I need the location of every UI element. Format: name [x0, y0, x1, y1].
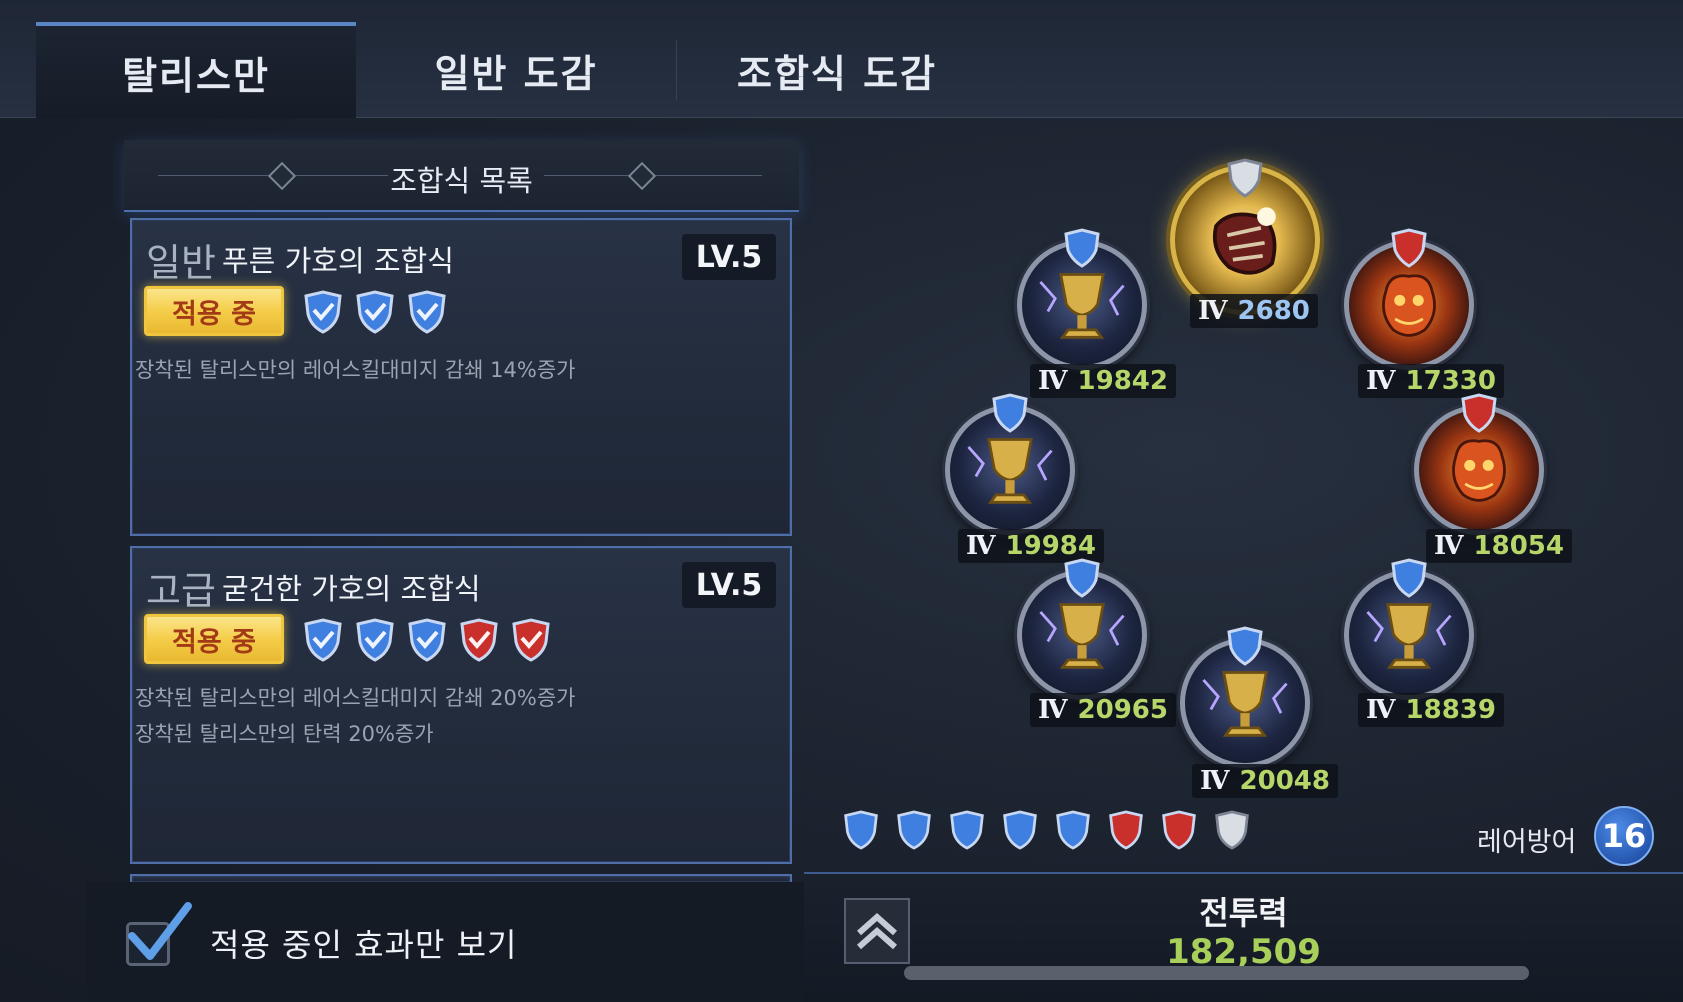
silver-gem-icon [1215, 810, 1249, 850]
blue-gem-check-icon [408, 290, 446, 334]
level-value: 20048 [1239, 766, 1330, 796]
combination-card-steadfast-blessing[interactable]: 고급 굳건한 가호의 조합식 LV.5 적용 중 장착된 탈리스만의 레어스킬대… [130, 546, 792, 864]
rare-defense-label: 레어방어 [1477, 827, 1577, 858]
blue-gem-check-icon [304, 618, 342, 662]
active-status-badge: 적용 중 [144, 286, 284, 336]
silver-gem-icon [1227, 158, 1263, 198]
card-effect: 장착된 탈리스만의 탄력 20%증가 [135, 722, 434, 746]
blue-gem-icon [1227, 626, 1263, 666]
check-icon [128, 902, 192, 960]
active-only-label[interactable]: 적용 중인 효과만 보기 [210, 920, 517, 966]
gem-summary-row [842, 810, 1251, 850]
red-gem-icon [1109, 810, 1143, 850]
level-roman: Ⅳ [1038, 366, 1068, 396]
blue-gem-check-icon [304, 290, 342, 334]
tab-combination-codex[interactable]: 조합식 도감 [677, 22, 997, 118]
combination-list-title: 조합식 목록 [390, 164, 533, 198]
card-level: LV.5 [682, 234, 776, 280]
red-gem-icon [1461, 393, 1497, 433]
level-value: 2680 [1237, 296, 1310, 326]
combat-power-bar: 전투력 182,509 [804, 872, 1683, 1002]
level-value: 18839 [1405, 695, 1496, 725]
level-value: 18054 [1473, 531, 1564, 561]
card-effect: 장착된 탈리스만의 레어스킬대미지 감쇄 14%증가 [135, 358, 576, 382]
card-name: 푸른 가호의 조합식 [222, 244, 454, 278]
blue-gem-icon [950, 810, 984, 850]
blue-gem-icon [897, 810, 931, 850]
level-roman: Ⅳ [1366, 695, 1396, 725]
level-roman: Ⅳ [1200, 766, 1230, 796]
talisman-screen: 탈리스만 일반 도감 조합식 도감 조합식 목록 일반 푸른 가호의 조합식 L… [0, 0, 1683, 1002]
level-value: 20965 [1077, 695, 1168, 725]
red-gem-check-icon [512, 618, 550, 662]
red-gem-check-icon [460, 618, 498, 662]
level-roman: Ⅳ [1366, 366, 1396, 396]
combination-card-blue-blessing[interactable]: 일반 푸른 가호의 조합식 LV.5 적용 중 장착된 탈리스만의 레어스킬대미… [130, 218, 792, 536]
blue-gem-icon [992, 393, 1028, 433]
level-value: 17330 [1405, 366, 1496, 396]
combination-list-header: 조합식 목록 [124, 140, 799, 212]
card-tier: 일반 [146, 241, 216, 285]
level-roman: Ⅳ [966, 531, 996, 561]
card-level: LV.5 [682, 562, 776, 608]
talisman-level-mid-right: Ⅳ 18054 [1426, 529, 1572, 563]
blue-gem-icon [1391, 558, 1427, 598]
level-value: 19984 [1005, 531, 1096, 561]
talisman-level-lower-right: Ⅳ 18839 [1358, 693, 1504, 727]
red-gem-icon [1391, 228, 1427, 268]
card-name: 굳건한 가호의 조합식 [222, 572, 481, 606]
blue-gem-check-icon [356, 618, 394, 662]
horizontal-scrollbar[interactable] [904, 966, 1529, 980]
tab-bar: 탈리스만 일반 도감 조합식 도감 [0, 0, 1683, 118]
talisman-level-lower-left: Ⅳ 20965 [1030, 693, 1176, 727]
card-tier: 고급 [146, 569, 216, 613]
red-gem-icon [1162, 810, 1196, 850]
blue-gem-icon [1064, 558, 1100, 598]
level-roman: Ⅳ [1038, 695, 1068, 725]
level-value: 19842 [1077, 366, 1168, 396]
blue-gem-icon [1056, 810, 1090, 850]
blue-gem-check-icon [356, 290, 394, 334]
talisman-level-center: Ⅳ 2680 [1190, 294, 1318, 328]
active-status-badge: 적용 중 [144, 614, 284, 664]
talisman-level-bottom: Ⅳ 20048 [1192, 764, 1338, 798]
card-effect: 장착된 탈리스만의 레어스킬대미지 감쇄 20%증가 [135, 686, 576, 710]
blue-gem-icon [844, 810, 878, 850]
card-gem-list [302, 618, 552, 662]
rare-defense-value[interactable]: 16 [1594, 806, 1654, 866]
blue-gem-icon [1003, 810, 1037, 850]
blue-gem-icon [1064, 228, 1100, 268]
blue-gem-check-icon [408, 618, 446, 662]
filter-bar: 적용 중인 효과만 보기 [86, 882, 804, 1002]
level-roman: Ⅳ [1198, 296, 1228, 326]
tab-talisman[interactable]: 탈리스만 [36, 22, 356, 118]
talisman-level-upper-left: Ⅳ 19842 [1030, 364, 1176, 398]
tab-general-codex[interactable]: 일반 도감 [356, 22, 676, 118]
level-roman: Ⅳ [1434, 531, 1464, 561]
card-gem-list [302, 290, 448, 334]
combat-power-label: 전투력 [1199, 894, 1288, 932]
